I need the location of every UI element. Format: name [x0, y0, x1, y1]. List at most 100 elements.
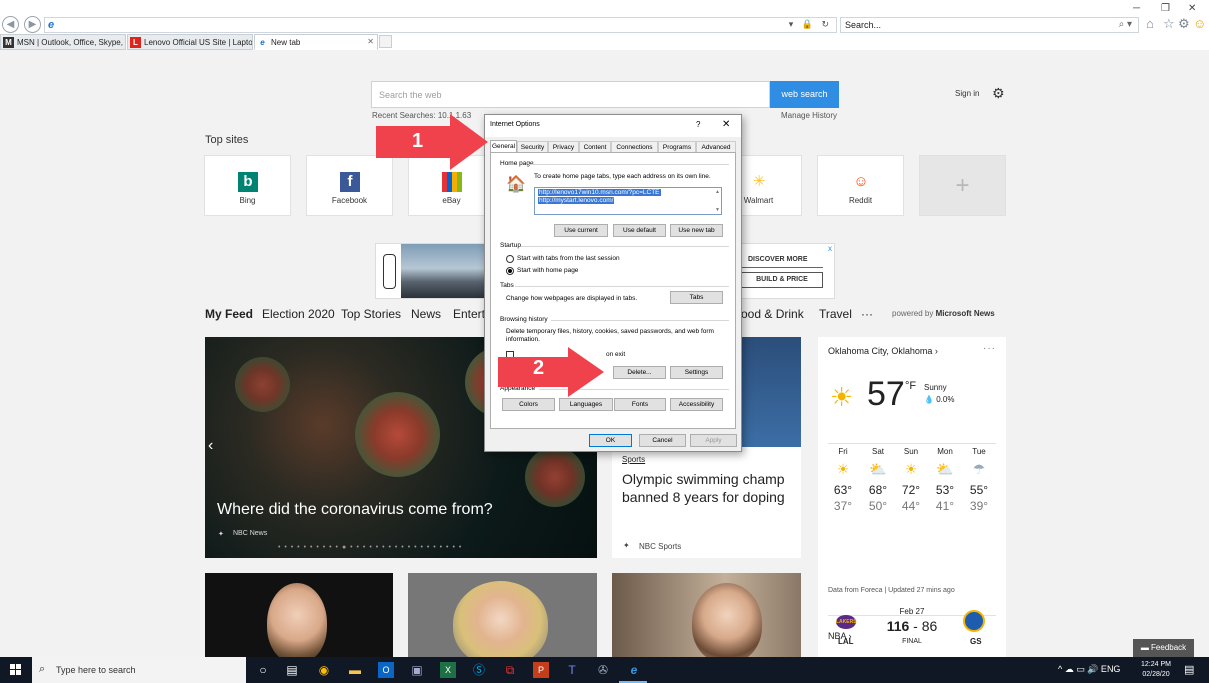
startup-home-page-label[interactable]: Start with home page	[517, 267, 578, 275]
history-settings-button[interactable]: Settings	[670, 366, 723, 379]
news-title[interactable]: Olympic swimming champ banned 8 years fo…	[622, 470, 792, 506]
news-category[interactable]: Sports	[622, 455, 645, 464]
settings-app-icon[interactable]: ✇	[595, 662, 611, 678]
windows-start-icon[interactable]	[10, 664, 22, 676]
forecast-day[interactable]: Sun ☀ 72° 44°	[894, 447, 928, 513]
tab-new-tab[interactable]: e New tab ✕	[254, 34, 378, 50]
search-icon[interactable]: ⌕ ▾	[1119, 19, 1132, 30]
notification-icon[interactable]: ▤	[1184, 663, 1194, 676]
smiley-icon[interactable]: ☺	[1193, 16, 1206, 31]
home-page-urls-textarea[interactable]: http://lenovo17win10.msn.com/?pc=LCTE ht…	[534, 187, 722, 215]
forecast-day[interactable]: Fri ☀ 63° 37°	[826, 447, 860, 513]
feed-tab-news[interactable]: News	[411, 307, 441, 321]
add-top-site-button[interactable]: +	[919, 155, 1006, 216]
delete-on-exit-label[interactable]: on exit	[606, 351, 625, 359]
annotation-arrow-1	[376, 114, 488, 170]
use-current-button[interactable]: Use current	[554, 224, 608, 237]
carousel-dots[interactable]: • • • • • • • • • • ● • • • • • • • • • …	[278, 544, 462, 551]
startup-home-page-radio[interactable]	[506, 267, 514, 275]
forecast-day[interactable]: Mon ⛅ 53° 41°	[928, 447, 962, 513]
forecast-day[interactable]: Tue ☂ 55° 39°	[962, 447, 996, 513]
back-icon[interactable]: ◀	[2, 16, 19, 33]
story-photo[interactable]	[408, 573, 597, 657]
tab-label: Lenovo Official US Site | Lapto...	[144, 38, 253, 47]
excel-icon[interactable]: X	[440, 662, 456, 678]
acrobat-icon[interactable]: ⧉	[502, 662, 518, 678]
feed-tab-my-feed[interactable]: My Feed	[205, 307, 253, 321]
feed-tab-election[interactable]: Election 2020	[262, 307, 335, 321]
system-tray[interactable]: ^ ☁ ▭ 🔊 ENG	[1058, 664, 1120, 675]
nba-game[interactable]: LAKERS LAL Feb 27 116 - 86 FINAL GS	[818, 605, 1006, 657]
web-search-button[interactable]: web search	[770, 81, 839, 108]
weather-city[interactable]: Oklahoma City, Oklahoma ›	[828, 346, 938, 356]
forecast-day[interactable]: Sat ⛅ 68° 50°	[861, 447, 895, 513]
warriors-logo-icon	[963, 610, 985, 632]
feed-tab-food-drink[interactable]: ood & Drink	[741, 307, 804, 321]
ad-build-price-button[interactable]: BUILD & PRICE	[741, 272, 823, 288]
ok-button[interactable]: OK	[589, 434, 632, 447]
story-photo[interactable]	[612, 573, 801, 657]
hero-title[interactable]: Where did the coronavirus come from?	[217, 501, 493, 519]
ad-discover-more[interactable]: DISCOVER MORE	[748, 256, 808, 263]
internet-explorer-icon[interactable]: e	[626, 662, 642, 678]
gear-icon[interactable]: ⚙	[1178, 16, 1190, 32]
chrome-icon[interactable]: ◉	[316, 662, 332, 678]
feed-tab-entertainment[interactable]: Entert	[453, 307, 485, 321]
cortana-icon[interactable]: ○	[255, 662, 271, 678]
ad-close-icon[interactable]: x	[828, 244, 832, 253]
feed-more-icon[interactable]: ···	[861, 307, 873, 321]
file-explorer-icon[interactable]: ▬	[347, 662, 363, 678]
story-photo[interactable]	[205, 573, 393, 657]
address-tools[interactable]: ▾ 🔒 ↻	[789, 19, 832, 30]
address-bar[interactable]: e ▾ 🔒 ↻	[44, 17, 837, 33]
tab-msn[interactable]: M MSN | Outlook, Office, Skype, ...	[0, 34, 126, 50]
use-default-button[interactable]: Use default	[613, 224, 666, 237]
top-site-bing[interactable]: b Bing	[204, 155, 291, 216]
web-search-input[interactable]: Search the web	[371, 81, 770, 108]
scroll-up-icon[interactable]: ▲	[715, 189, 720, 195]
new-tab-button[interactable]	[379, 35, 392, 48]
teams-icon[interactable]: T	[564, 662, 580, 678]
clock[interactable]: 12:24 PM 02/28/20	[1141, 660, 1171, 680]
accessibility-button[interactable]: Accessibility	[670, 398, 723, 411]
cancel-button[interactable]: Cancel	[639, 434, 686, 447]
feed-tab-travel[interactable]: Travel	[819, 307, 852, 321]
help-icon[interactable]: ?	[696, 120, 700, 129]
tabs-button[interactable]: Tabs	[670, 291, 723, 304]
startup-last-session-label[interactable]: Start with tabs from the last session	[517, 255, 620, 263]
skype-icon[interactable]: Ⓢ	[471, 662, 487, 678]
feed-tab-top-stories[interactable]: Top Stories	[341, 307, 401, 321]
star-icon[interactable]: ☆	[1163, 16, 1175, 32]
forward-icon[interactable]: ▶	[24, 16, 41, 33]
startup-last-session-radio[interactable]	[506, 255, 514, 263]
dialog-titlebar[interactable]: Internet Options ? ✕	[485, 115, 741, 137]
scroll-down-icon[interactable]: ▼	[715, 207, 720, 213]
tab-lenovo[interactable]: L Lenovo Official US Site | Lapto...	[127, 34, 253, 50]
tab-close-icon[interactable]: ✕	[367, 37, 374, 46]
apply-button[interactable]: Apply	[690, 434, 737, 447]
restore-icon[interactable]: ❐	[1161, 3, 1170, 14]
top-site-reddit[interactable]: ☺ Reddit	[817, 155, 904, 216]
home-score: 116	[886, 618, 910, 634]
app-icon[interactable]: ▣	[409, 662, 425, 678]
feedback-button[interactable]: ▬ Feedback	[1133, 639, 1194, 657]
temperature-unit[interactable]: °F	[905, 380, 916, 392]
page-settings-gear-icon[interactable]: ⚙	[992, 85, 1005, 102]
search-input[interactable]: Search... ⌕ ▾	[840, 17, 1139, 33]
sign-in-link[interactable]: Sign in	[955, 89, 979, 98]
outlook-icon[interactable]: O	[378, 662, 394, 678]
minimize-icon[interactable]: ─	[1133, 3, 1140, 14]
delete-history-button[interactable]: Delete...	[613, 366, 666, 379]
task-view-icon[interactable]: ▤	[284, 662, 300, 678]
dialog-close-icon[interactable]: ✕	[722, 119, 730, 130]
carousel-prev-icon[interactable]: ‹	[208, 437, 213, 455]
fonts-button[interactable]: Fonts	[614, 398, 666, 411]
powerpoint-icon[interactable]: P	[533, 662, 549, 678]
home-icon[interactable]: ⌂	[1146, 16, 1154, 31]
weather-more-icon[interactable]: ···	[983, 343, 996, 354]
taskbar-search-input[interactable]: ⌕ Type here to search	[32, 657, 246, 683]
use-new-tab-button[interactable]: Use new tab	[670, 224, 723, 237]
close-icon[interactable]: ✕	[1188, 3, 1196, 14]
manage-history-link[interactable]: Manage History	[781, 111, 837, 120]
weather-credit[interactable]: Data from Foreca | Updated 27 mins ago	[828, 587, 955, 594]
